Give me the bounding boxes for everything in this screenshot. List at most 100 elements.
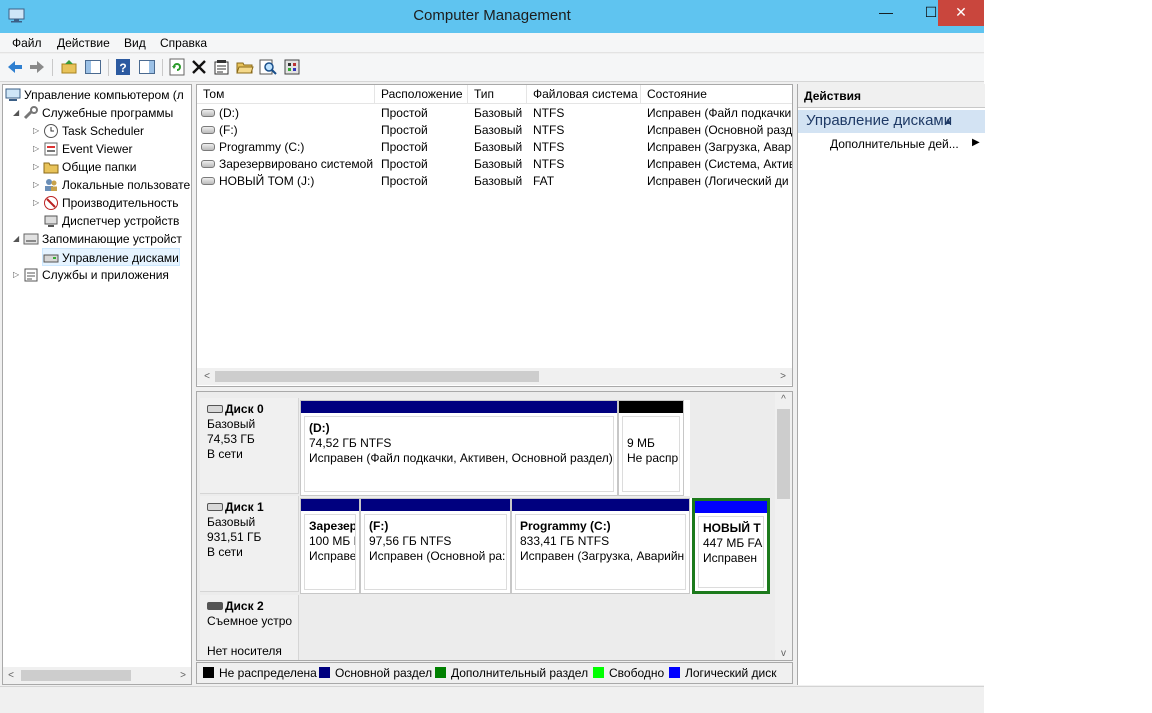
table-row[interactable]: НОВЫЙ ТОМ (J:) Простой Базовый FAT Испра…	[197, 173, 792, 190]
partition-j[interactable]: НОВЫЙ Т 447 МБ FA Исправен	[692, 498, 770, 594]
partition-c[interactable]: Programmy (C:) 833,41 ГБ NTFS Исправен (…	[511, 498, 690, 594]
collapse-icon[interactable]: ◢	[13, 230, 23, 248]
refresh-icon[interactable]	[168, 58, 186, 76]
scroll-up-icon[interactable]: ^	[775, 392, 792, 408]
partition-reserved[interactable]: Зарезер 100 МБ I Исправе	[300, 498, 360, 594]
menu-view[interactable]: Вид	[124, 36, 146, 50]
svg-text:?: ?	[119, 61, 126, 75]
expand-icon[interactable]: ▷	[33, 122, 43, 140]
disk-legend: Не распределена Основной раздел Дополнит…	[196, 662, 793, 684]
disk-icon	[207, 502, 223, 511]
delete-icon[interactable]	[190, 58, 208, 76]
more-actions-item[interactable]: Дополнительные дей... ▶	[830, 137, 980, 151]
tree-item-shared-folders[interactable]: ▷ Общие папки	[33, 158, 136, 176]
scroll-thumb[interactable]	[777, 409, 790, 499]
expand-icon[interactable]: ▷	[33, 194, 43, 212]
expand-icon[interactable]: ▷	[33, 176, 43, 194]
partition-bar	[301, 401, 617, 413]
storage-icon	[23, 231, 39, 247]
window-title: Computer Management	[413, 7, 571, 24]
disk-0-label[interactable]: Диск 0 Базовый 74,53 ГБ В сети	[200, 398, 299, 494]
collapse-up-icon[interactable]: ▲	[943, 116, 953, 127]
tree-item-computer-management[interactable]: Управление компьютером (л	[5, 86, 184, 104]
column-status[interactable]: Состояние	[641, 85, 792, 104]
tree-item-system-tools[interactable]: ◢ Служебные программы	[13, 104, 173, 122]
actions-group-disk-management[interactable]: Управление дисками ▲	[798, 110, 985, 133]
tree-item-task-scheduler[interactable]: ▷ Task Scheduler	[33, 122, 144, 140]
partition-bar	[695, 501, 767, 513]
up-folder-icon[interactable]	[60, 58, 78, 76]
expand-icon[interactable]: ▷	[33, 140, 43, 158]
computer-icon	[5, 87, 21, 103]
column-layout[interactable]: Расположение	[375, 85, 468, 104]
tree-item-event-viewer[interactable]: ▷ Event Viewer	[33, 140, 132, 158]
show-hide-tree-icon[interactable]	[84, 58, 102, 76]
legend-unallocated: Не распределена	[203, 666, 317, 680]
tree-item-device-manager[interactable]: Диспетчер устройств	[43, 212, 179, 230]
partition-unallocated[interactable]: 9 МБ Не распр	[618, 400, 684, 496]
back-icon[interactable]	[6, 58, 24, 76]
forward-icon[interactable]	[28, 58, 46, 76]
legend-free: Свободно	[593, 666, 664, 680]
table-row[interactable]: (F:) Простой Базовый NTFS Исправен (Осно…	[197, 122, 792, 139]
scroll-thumb[interactable]	[215, 371, 539, 382]
volume-icon	[201, 176, 215, 185]
menu-action[interactable]: Действие	[57, 36, 110, 50]
expand-icon[interactable]: ▷	[33, 158, 43, 176]
users-icon	[43, 177, 59, 193]
scroll-left-icon[interactable]: <	[3, 667, 19, 684]
disk-1-label[interactable]: Диск 1 Базовый 931,51 ГБ В сети	[200, 496, 299, 592]
disk-2-label[interactable]: Диск 2 Съемное устро Нет носителя	[200, 595, 299, 660]
settings-icon[interactable]	[283, 58, 301, 76]
expand-icon[interactable]: ▷	[13, 266, 23, 284]
tree-item-performance[interactable]: ▷ Производительность	[33, 194, 178, 212]
tree-item-disk-management[interactable]: Управление дисками	[42, 248, 180, 266]
list-horizontal-scrollbar[interactable]: < >	[197, 368, 792, 385]
collapse-icon[interactable]: ◢	[13, 104, 23, 122]
table-row[interactable]: Programmy (C:) Простой Базовый NTFS Испр…	[197, 139, 792, 156]
scroll-thumb[interactable]	[21, 670, 131, 681]
volume-icon	[201, 108, 215, 117]
menu-help[interactable]: Справка	[160, 36, 207, 50]
help-icon[interactable]: ?	[114, 58, 132, 76]
partition-d[interactable]: (D:) 74,52 ГБ NTFS Исправен (Файл подкач…	[300, 400, 618, 496]
column-volume[interactable]: Том	[197, 85, 375, 104]
event-viewer-icon	[43, 141, 59, 157]
scroll-down-icon[interactable]: v	[775, 646, 792, 660]
tree-item-storage[interactable]: ◢ Запоминающие устройст	[13, 230, 182, 248]
disk-graphical-view: Диск 0 Базовый 74,53 ГБ В сети (D:) 74,5…	[196, 391, 793, 661]
volume-icon	[201, 125, 215, 134]
partition-bar	[619, 401, 683, 413]
disk-view-vertical-scrollbar[interactable]: ^ v	[775, 392, 792, 660]
console-tree: Управление компьютером (л ◢ Служебные про…	[2, 84, 192, 685]
table-row[interactable]: (D:) Простой Базовый NTFS Исправен (Файл…	[197, 105, 792, 122]
show-hide-action-icon[interactable]	[138, 58, 156, 76]
legend-logical: Логический диск	[669, 666, 777, 680]
disk-icon	[207, 404, 223, 413]
minimize-button[interactable]: —	[873, 0, 899, 26]
tree-item-local-users[interactable]: ▷ Локальные пользовате	[33, 176, 190, 194]
close-button[interactable]: ✕	[938, 0, 984, 26]
search-icon[interactable]	[259, 58, 277, 76]
toolbar: ?	[0, 54, 984, 82]
volume-list-header: Том Расположение Тип Файловая система Со…	[197, 85, 792, 104]
scroll-left-icon[interactable]: <	[199, 368, 215, 385]
actions-pane: Действия Управление дисками ▲ Дополнител…	[797, 84, 985, 685]
column-file-system[interactable]: Файловая система	[527, 85, 641, 104]
partition-f[interactable]: (F:) 97,56 ГБ NTFS Исправен (Основной ра…	[360, 498, 511, 594]
menu-file[interactable]: Файл	[12, 36, 42, 50]
tree-item-services-apps[interactable]: ▷ Службы и приложения	[13, 266, 169, 284]
table-row[interactable]: Зарезервировано системой Простой Базовый…	[197, 156, 792, 173]
disk-management-icon	[43, 250, 59, 266]
column-type[interactable]: Тип	[468, 85, 527, 104]
scroll-right-icon[interactable]: >	[775, 368, 791, 385]
shared-folder-icon	[43, 159, 59, 175]
tree-horizontal-scrollbar[interactable]: < >	[3, 667, 191, 684]
scroll-right-icon[interactable]: >	[175, 667, 191, 684]
clock-icon	[43, 123, 59, 139]
open-icon[interactable]	[236, 58, 254, 76]
properties-icon[interactable]	[213, 58, 231, 76]
removable-disk-icon	[207, 601, 223, 610]
title-bar: Computer Management — ☐ ✕	[0, 0, 984, 33]
performance-icon	[43, 195, 59, 211]
